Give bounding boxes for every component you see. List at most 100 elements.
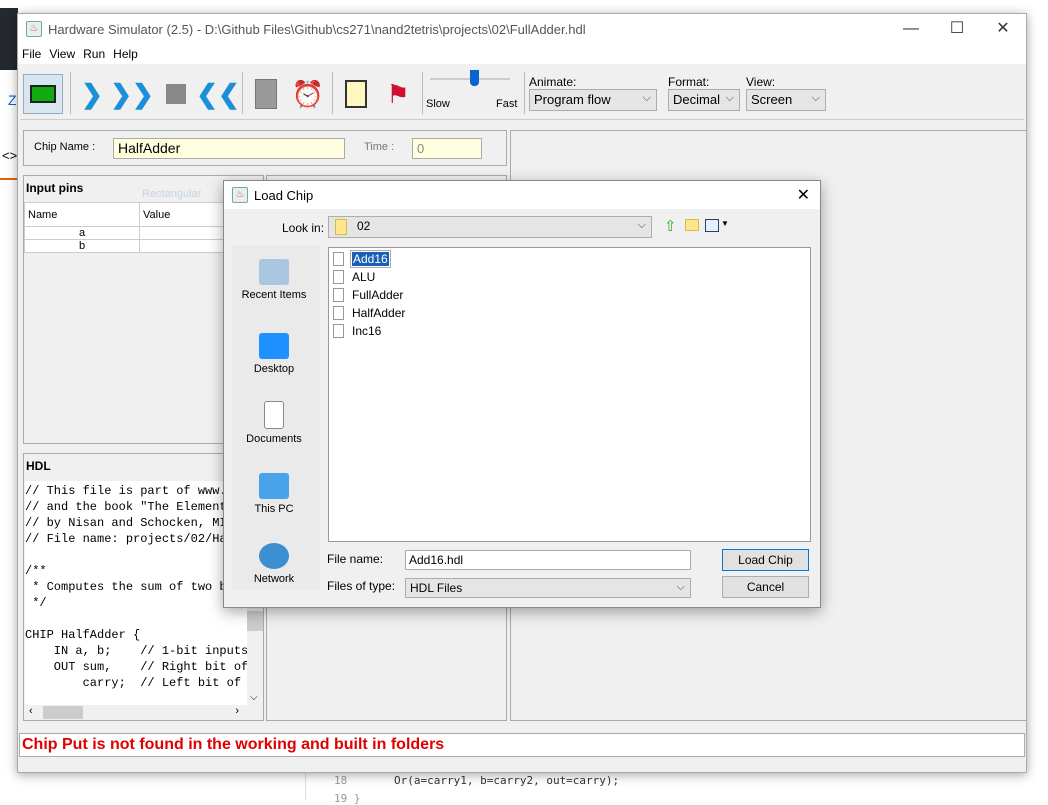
- stop-icon[interactable]: [156, 74, 196, 114]
- place-documents[interactable]: Documents: [232, 401, 316, 445]
- look-in-value: 02: [357, 219, 371, 233]
- reset-icon[interactable]: ❮❮: [196, 74, 240, 114]
- file-item[interactable]: ALU: [329, 268, 810, 286]
- background-text: Z: [8, 92, 17, 108]
- calculator-icon[interactable]: [246, 74, 286, 114]
- file-name-input[interactable]: Add16.hdl: [405, 550, 691, 570]
- maximize-button[interactable]: ☐: [934, 14, 980, 44]
- minimize-button[interactable]: —: [888, 14, 934, 44]
- file-type-select[interactable]: HDL Files ⌵: [405, 578, 691, 598]
- new-folder-icon[interactable]: [685, 219, 699, 231]
- animate-select[interactable]: Program flow ⌵: [529, 89, 657, 111]
- menu-run[interactable]: Run: [83, 47, 105, 61]
- this-pc-icon: [259, 473, 289, 499]
- chip-name-field[interactable]: HalfAdder: [113, 138, 345, 159]
- pin-name: a: [24, 226, 140, 240]
- file-name-label: File name:: [327, 552, 384, 566]
- code-line: // and the book "The Elements: [25, 500, 234, 514]
- background-underline: [0, 178, 18, 180]
- file-icon: [333, 252, 344, 266]
- file-icon: [333, 288, 344, 302]
- place-desktop[interactable]: Desktop: [232, 333, 316, 375]
- code-line: carry; // Left bit of a: [25, 676, 247, 690]
- code-line-next: 19 }: [334, 792, 361, 805]
- view-value: Screen: [751, 92, 793, 107]
- dialog-title: Load Chip: [254, 187, 314, 203]
- code-line: Or(a=carry1, b=carry2, out=carry);: [394, 774, 620, 787]
- menu-bar: File View Run Help: [18, 44, 1026, 64]
- window-title: Hardware Simulator (2.5) - D:\Github Fil…: [48, 21, 586, 37]
- dialog-title-bar: ♨ Load Chip ✕: [224, 181, 820, 209]
- menu-help[interactable]: Help: [113, 47, 138, 61]
- file-name: Add16: [350, 250, 391, 268]
- format-select[interactable]: Decimal ⌵: [668, 89, 740, 111]
- recent-items-icon: [259, 259, 289, 285]
- place-label: Desktop: [253, 363, 295, 375]
- speed-slider-thumb[interactable]: [470, 70, 479, 86]
- file-item[interactable]: HalfAdder: [329, 304, 810, 322]
- column-name: Name: [24, 202, 140, 227]
- chevron-down-icon: ⌵: [725, 92, 734, 104]
- code-line: * Computes the sum of two bi: [25, 580, 234, 594]
- chip-name-panel: Chip Name : HalfAdder Time : 0: [23, 130, 507, 166]
- file-name: HalfAdder: [352, 306, 406, 320]
- view-label: View:: [746, 75, 776, 89]
- breakpoint-flag-icon[interactable]: ⚑: [378, 74, 418, 114]
- code-line: /**: [25, 564, 47, 578]
- format-value: Decimal: [673, 92, 720, 107]
- load-chip-button[interactable]: Load Chip: [722, 549, 809, 571]
- code-line: OUT sum, // Right bit of: [25, 660, 247, 674]
- folder-icon: [335, 219, 347, 235]
- file-icon: [333, 270, 344, 284]
- single-step-icon[interactable]: ❯: [72, 74, 112, 114]
- view-menu-icon[interactable]: [705, 219, 719, 232]
- up-folder-icon[interactable]: ⇧: [664, 217, 677, 235]
- title-bar: ♨ Hardware Simulator (2.5) - D:\Github F…: [18, 14, 1026, 44]
- animate-value: Program flow: [534, 92, 611, 107]
- file-icon: [333, 306, 344, 320]
- place-this-pc[interactable]: This PC: [232, 473, 316, 515]
- horizontal-scrollbar[interactable]: ‹ ›: [25, 705, 247, 720]
- caret-down-icon: ▼: [721, 219, 729, 228]
- code-line: // by Nisan and Schocken, MIT: [25, 516, 234, 530]
- ghost-label: Rectangular: [142, 188, 202, 200]
- file-icon: [333, 324, 344, 338]
- file-name: FullAdder: [352, 288, 404, 302]
- close-button[interactable]: ✕: [980, 14, 1026, 44]
- chevron-down-icon: ⌵: [811, 92, 820, 104]
- run-icon[interactable]: ❯❯: [110, 74, 154, 114]
- menu-view[interactable]: View: [49, 47, 75, 61]
- pin-name: b: [24, 239, 140, 253]
- look-in-select[interactable]: 02 ⌵: [328, 216, 652, 238]
- line-number: 18: [334, 774, 348, 787]
- fast-label: Fast: [496, 98, 518, 110]
- file-item[interactable]: Inc16: [329, 322, 810, 340]
- format-label: Format:: [668, 75, 710, 89]
- place-label: Network: [253, 573, 295, 585]
- view-select[interactable]: Screen ⌵: [746, 89, 826, 111]
- clock-icon[interactable]: ⏰: [288, 74, 328, 114]
- code-line: // File name: projects/02/Hal: [25, 532, 234, 546]
- file-type-value: HDL Files: [410, 581, 463, 595]
- cancel-button[interactable]: Cancel: [722, 576, 809, 598]
- place-label: Documents: [246, 433, 302, 445]
- place-recent-items[interactable]: Recent Items: [232, 259, 316, 301]
- hdl-code: // This file is part of www.n // and the …: [25, 481, 247, 705]
- dialog-close-button[interactable]: ✕: [797, 185, 810, 205]
- place-network[interactable]: Network: [232, 543, 316, 585]
- file-item[interactable]: Add16: [329, 250, 810, 268]
- status-message: Chip Put is not found in the working and…: [22, 736, 445, 753]
- chip-icon[interactable]: [23, 74, 63, 114]
- places-bar: Recent Items Desktop Documents This PC N…: [232, 245, 320, 590]
- file-list[interactable]: Add16 ALU FullAdder HalfAdder Inc16: [328, 247, 811, 542]
- desktop-icon: [259, 333, 289, 359]
- file-item[interactable]: FullAdder: [329, 286, 810, 304]
- documents-icon: [264, 401, 284, 429]
- menu-file[interactable]: File: [22, 47, 41, 61]
- time-label: Time :: [364, 141, 395, 153]
- file-name: ALU: [352, 270, 376, 284]
- code-line: CHIP HalfAdder {: [25, 628, 141, 642]
- time-field: 0: [412, 138, 482, 159]
- script-icon[interactable]: [336, 74, 376, 114]
